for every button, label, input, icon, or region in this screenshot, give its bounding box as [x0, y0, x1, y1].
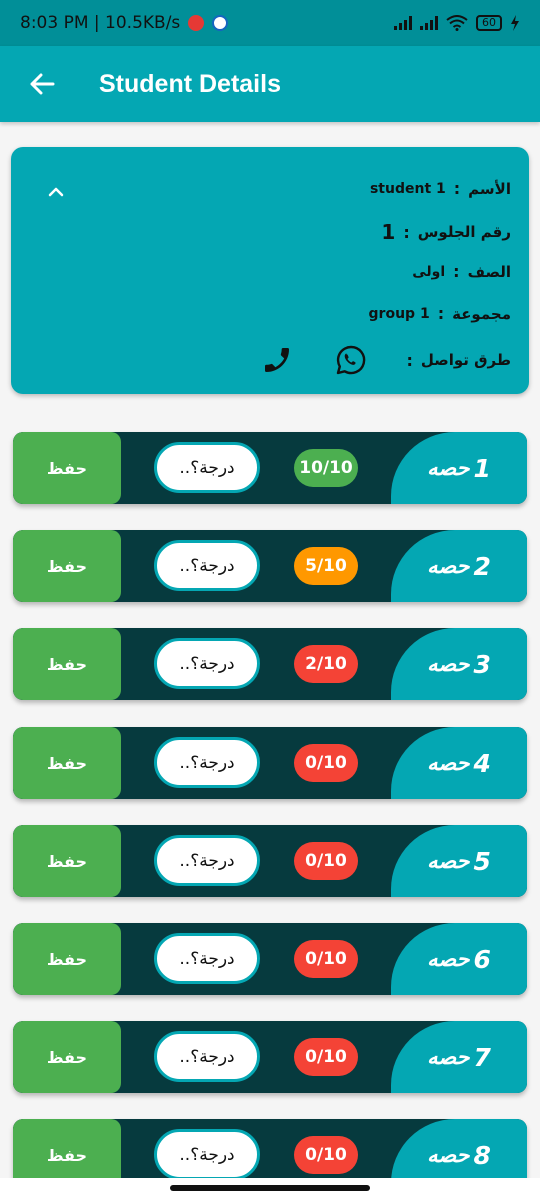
- notification-app-icon: [188, 15, 205, 31]
- session-row: حفظ ..درجة؟ 0/10 حصه 7: [13, 1021, 527, 1093]
- signal-icon: [394, 16, 412, 30]
- session-row: حفظ ..درجة؟ 0/10 حصه 6: [13, 923, 527, 995]
- whatsapp-icon: [337, 345, 366, 375]
- score-badge: 5/10: [294, 547, 358, 585]
- session-label: حصه 5: [391, 825, 527, 897]
- session-label-text: حصه: [427, 849, 470, 873]
- student-info-card: الأسم : student 1 رقم الجلوس : 1 الصف : …: [11, 147, 529, 394]
- contact-label: طرق تواصل: [420, 351, 511, 369]
- colon: :: [406, 350, 413, 370]
- battery-icon: 60: [476, 15, 502, 31]
- notification-settings-icon: [212, 15, 229, 31]
- class-value: اولى: [412, 263, 446, 280]
- colon: :: [453, 262, 460, 281]
- score-badge: 0/10: [294, 1038, 358, 1076]
- score-badge: 0/10: [294, 940, 358, 978]
- name-label: الأسم: [468, 179, 511, 198]
- student-name-row: الأسم : student 1: [370, 179, 511, 198]
- score-badge: 0/10: [294, 1136, 358, 1174]
- grade-input[interactable]: ..درجة؟: [154, 1031, 260, 1082]
- session-row: حفظ ..درجة؟ 2/10 حصه 3: [13, 628, 527, 700]
- session-label-text: حصه: [427, 652, 470, 676]
- save-button[interactable]: حفظ: [13, 727, 121, 799]
- charging-icon: [511, 15, 519, 31]
- session-label-text: حصه: [427, 947, 470, 971]
- session-number: 7: [473, 1042, 491, 1072]
- gesture-nav-handle[interactable]: [170, 1185, 370, 1191]
- contact-icons: [260, 343, 368, 377]
- session-label-text: حصه: [427, 1143, 470, 1167]
- session-row: حفظ ..درجة؟ 0/10 حصه 5: [13, 825, 527, 897]
- phone-button[interactable]: [260, 343, 294, 377]
- save-button[interactable]: حفظ: [13, 923, 121, 995]
- save-button[interactable]: حفظ: [13, 1021, 121, 1093]
- arrow-left-icon: [30, 73, 55, 95]
- score-badge: 0/10: [294, 842, 358, 880]
- seat-value: 1: [381, 220, 396, 244]
- status-bar: 8:03 PM | 10.5KB/s 60: [0, 0, 540, 46]
- grade-input[interactable]: ..درجة؟: [154, 835, 260, 886]
- wifi-icon: [446, 15, 468, 31]
- colon: :: [437, 304, 445, 323]
- contact-row: طرق تواصل :: [260, 343, 511, 377]
- status-time: 8:03 PM | 10.5KB/s: [20, 13, 181, 33]
- colon: :: [453, 179, 461, 198]
- score-badge: 0/10: [294, 744, 358, 782]
- app-bar: Student Details: [0, 46, 540, 122]
- session-label: حصه 6: [391, 923, 527, 995]
- grade-input[interactable]: ..درجة؟: [154, 638, 260, 689]
- session-number: 3: [473, 649, 491, 679]
- grade-input[interactable]: ..درجة؟: [154, 1129, 260, 1180]
- chevron-up-icon: [48, 187, 64, 197]
- session-number: 1: [473, 453, 491, 483]
- session-number: 2: [473, 551, 491, 581]
- name-value: student 1: [369, 180, 446, 197]
- grade-input[interactable]: ..درجة؟: [154, 933, 260, 984]
- session-label: حصه 2: [391, 530, 527, 602]
- session-label-text: حصه: [427, 1045, 470, 1069]
- class-row: الصف : اولى: [412, 262, 511, 281]
- signal-icon: [420, 16, 438, 30]
- page-title: Student Details: [99, 69, 281, 98]
- class-label: الصف: [467, 262, 511, 281]
- score-badge: 10/10: [294, 449, 358, 487]
- seat-number-row: رقم الجلوس : 1: [381, 220, 511, 244]
- session-number: 8: [473, 1140, 491, 1170]
- session-row: حفظ ..درجة؟ 10/10 حصه 1: [13, 432, 527, 504]
- session-row: حفظ ..درجة؟ 5/10 حصه 2: [13, 530, 527, 602]
- save-button[interactable]: حفظ: [13, 432, 121, 504]
- colon: :: [403, 222, 410, 242]
- session-number: 5: [473, 846, 491, 876]
- save-button[interactable]: حفظ: [13, 530, 121, 602]
- seat-label: رقم الجلوس: [417, 223, 511, 241]
- whatsapp-button[interactable]: [334, 343, 368, 377]
- session-label: حصه 4: [391, 727, 527, 799]
- session-label-text: حصه: [427, 456, 470, 480]
- save-button[interactable]: حفظ: [13, 628, 121, 700]
- session-label: حصه 3: [391, 628, 527, 700]
- session-label: حصه 1: [391, 432, 527, 504]
- score-badge: 2/10: [294, 645, 358, 683]
- session-label-text: حصه: [427, 554, 470, 578]
- session-label-text: حصه: [427, 751, 470, 775]
- collapse-button[interactable]: [41, 177, 71, 207]
- grade-input[interactable]: ..درجة؟: [154, 442, 260, 493]
- status-right: 60: [394, 15, 520, 31]
- phone-icon: [265, 348, 290, 372]
- session-number: 6: [473, 944, 491, 974]
- back-button[interactable]: [18, 60, 66, 108]
- status-left: 8:03 PM | 10.5KB/s: [20, 13, 229, 33]
- session-label: حصه 7: [391, 1021, 527, 1093]
- session-row: حفظ ..درجة؟ 0/10 حصه 4: [13, 727, 527, 799]
- save-button[interactable]: حفظ: [13, 825, 121, 897]
- session-number: 4: [473, 748, 491, 778]
- group-value: group 1: [368, 305, 430, 322]
- grade-input[interactable]: ..درجة؟: [154, 737, 260, 788]
- grade-input[interactable]: ..درجة؟: [154, 540, 260, 591]
- group-label: مجموعة: [452, 304, 511, 323]
- group-row: مجموعة : group 1: [369, 304, 511, 323]
